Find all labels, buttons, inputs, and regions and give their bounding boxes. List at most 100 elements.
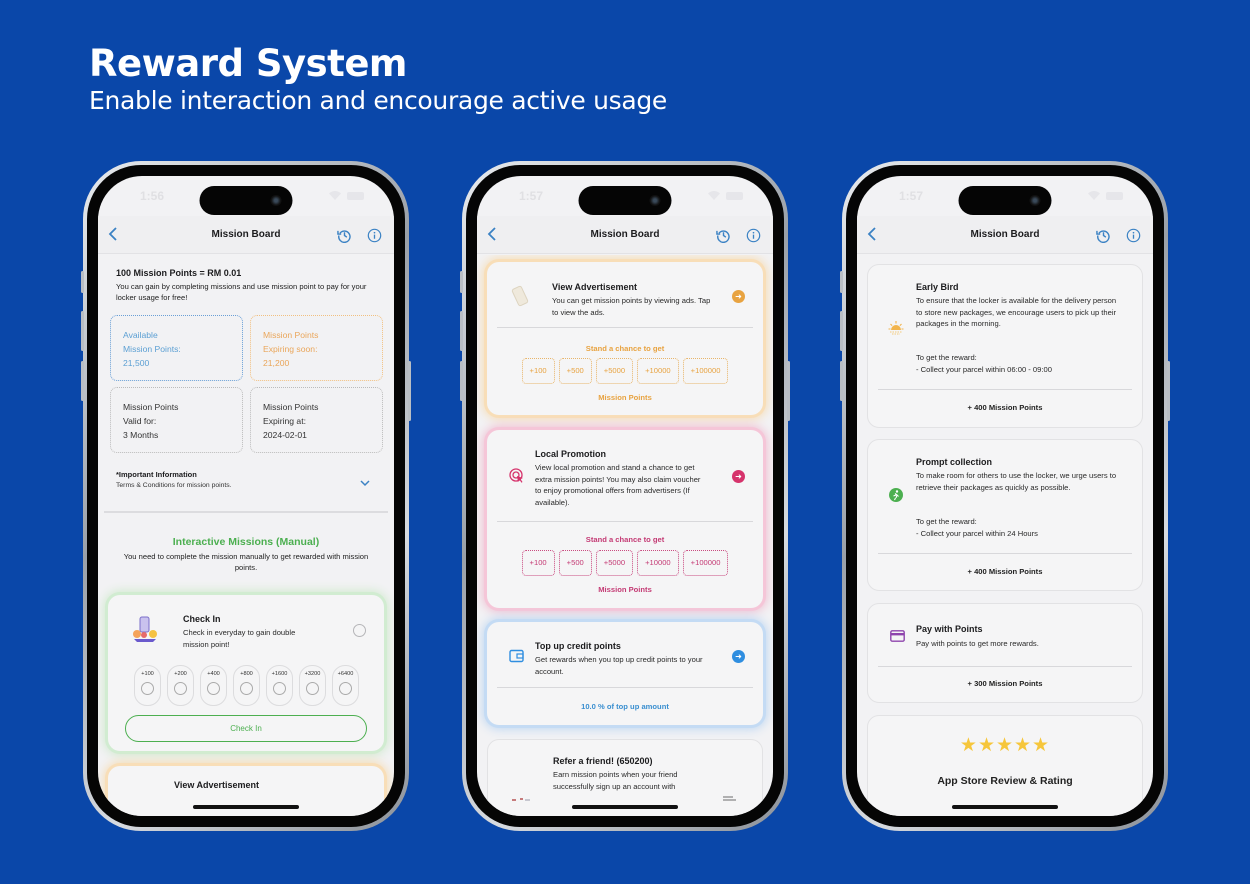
top-up-card[interactable]: Top up credit points Get rewards when yo… <box>487 622 763 725</box>
expiring-soon-card: Mission Points Expiring soon: 21,200 <box>250 315 383 381</box>
sunrise-icon <box>888 320 904 336</box>
side-button <box>81 311 84 351</box>
app-store-review-card[interactable]: ★★★★★ App Store Review & Rating <box>867 715 1143 816</box>
history-icon[interactable] <box>337 228 352 244</box>
app-screen: 1:57 Mission Board Early Bird To ensure … <box>857 176 1153 816</box>
stat-value: 3 Months <box>123 430 159 440</box>
local-promotion-title: Local Promotion <box>535 449 607 459</box>
side-button <box>81 361 84 401</box>
stat-label: Mission Points <box>263 402 319 412</box>
wallet-icon <box>509 649 524 663</box>
refer-illustration-icon <box>512 788 532 801</box>
mission-points-label: Mission Points <box>598 585 652 594</box>
phone-mockup-2: 1:57 Mission Board View Advertisement Yo… <box>460 161 790 831</box>
arrow-right-icon[interactable]: ➜ <box>732 290 745 303</box>
prize-chip: +500 <box>558 550 592 576</box>
available-points-card: Available Mission Points: 21,500 <box>110 315 243 381</box>
day-radio <box>273 682 286 695</box>
stat-value: 2024-02-01 <box>263 430 307 440</box>
info-icon[interactable] <box>746 228 761 243</box>
expiring-at-card: Mission Points Expiring at: 2024-02-01 <box>250 387 383 453</box>
info-icon[interactable] <box>1126 228 1141 243</box>
app-store-review-title: App Store Review & Rating <box>937 775 1073 787</box>
info-icon[interactable] <box>367 228 382 243</box>
dynamic-island <box>199 186 293 215</box>
phone-mockup-1: 1:56 Mission Board 100 Mission Points = … <box>81 161 411 831</box>
hero-title: Reward System <box>89 42 407 85</box>
side-button <box>460 361 463 401</box>
local-promotion-desc: View local promotion and stand a chance … <box>535 463 701 507</box>
side-button <box>840 271 843 293</box>
prize-chip: +5000 <box>595 550 634 576</box>
day-points: +200 <box>174 671 187 677</box>
day-slot: +800 <box>233 665 260 706</box>
stat-label: Mission Points <box>123 402 179 412</box>
arrow-right-icon[interactable]: ➜ <box>732 650 745 663</box>
pay-with-points-card: Pay with Points Pay with points to get m… <box>867 603 1143 703</box>
important-info-row[interactable]: *Important Information Terms & Condition… <box>116 470 380 489</box>
pay-with-points-desc: Pay with points to get more rewards. <box>916 639 1039 648</box>
prize-chip: +10000 <box>637 358 679 384</box>
mission-points-label: Mission Points <box>598 393 652 402</box>
local-promotion-card[interactable]: Local Promotion View local promotion and… <box>487 430 763 608</box>
nav-bar: Mission Board <box>857 216 1153 254</box>
phone-mockup-3: 1:57 Mission Board Early Bird To ensure … <box>840 161 1170 831</box>
prize-chip: +5000 <box>595 358 634 384</box>
pay-with-points-title: Pay with Points <box>916 624 983 634</box>
reward-requirement-title: To get the reward: <box>916 517 977 526</box>
prize-chip: +100 <box>521 358 555 384</box>
prize-chip: +10000 <box>637 550 679 576</box>
battery-icon <box>1106 191 1123 200</box>
chance-label: Stand a chance to get <box>585 344 665 353</box>
day-radio <box>339 682 352 695</box>
day-radio <box>240 682 253 695</box>
day-slot: +3200 <box>299 665 326 706</box>
divider <box>878 389 1132 390</box>
check-in-illustration-icon <box>130 615 160 643</box>
stat-label: Mission Points <box>263 330 319 340</box>
click-target-icon <box>509 468 525 484</box>
check-in-card: Check In Check in everyday to gain doubl… <box>108 595 384 751</box>
check-in-title: Check In <box>183 614 221 624</box>
important-info-title: *Important Information <box>116 470 197 479</box>
reward-requirement: - Collect your parcel within 24 Hours <box>916 529 1038 538</box>
day-points: +1600 <box>271 671 288 677</box>
wifi-icon <box>329 191 341 200</box>
app-screen: 1:56 Mission Board 100 Mission Points = … <box>98 176 394 816</box>
stat-label: Valid for: <box>123 416 157 426</box>
divider <box>497 521 753 522</box>
check-in-desc: Check in everyday to gain double mission… <box>183 628 296 649</box>
history-icon[interactable] <box>1096 228 1111 244</box>
view-ad-title: View Advertisement <box>174 780 260 790</box>
prompt-collection-card: Prompt collection To make room for other… <box>867 439 1143 591</box>
prize-chip: +500 <box>558 358 592 384</box>
top-up-desc: Get rewards when you top up credit point… <box>535 655 703 676</box>
home-indicator <box>572 805 678 809</box>
prize-chip: +100000 <box>682 358 729 384</box>
home-indicator <box>952 805 1058 809</box>
important-info-text: Terms & Conditions for mission points. <box>116 482 232 489</box>
side-button <box>840 311 843 351</box>
early-bird-title: Early Bird <box>916 282 959 292</box>
conversion-rate: 100 Mission Points = RM 0.01 <box>116 268 242 278</box>
history-icon[interactable] <box>716 228 731 244</box>
side-button <box>460 271 463 293</box>
check-in-radio[interactable] <box>353 624 366 637</box>
nav-bar: Mission Board <box>98 216 394 254</box>
reward-requirement-title: To get the reward: <box>916 353 977 362</box>
refer-friend-title: Refer a friend! (650200) <box>553 756 653 766</box>
arrow-right-icon[interactable]: ➜ <box>732 470 745 483</box>
prize-chips: +100 +500 +5000 +10000 +100000 <box>487 358 763 384</box>
day-radio <box>174 682 187 695</box>
top-up-title: Top up credit points <box>535 641 621 651</box>
chevron-down-icon[interactable] <box>360 474 370 487</box>
day-slot: +200 <box>167 665 194 706</box>
side-button <box>1167 361 1170 421</box>
view-ad-card[interactable]: View Advertisement You can get mission p… <box>487 262 763 415</box>
share-icon <box>723 789 736 801</box>
check-in-button[interactable]: Check In <box>125 715 367 742</box>
wifi-icon <box>1088 191 1100 200</box>
day-points: +3200 <box>304 671 321 677</box>
divider <box>497 327 753 328</box>
divider <box>878 553 1132 554</box>
